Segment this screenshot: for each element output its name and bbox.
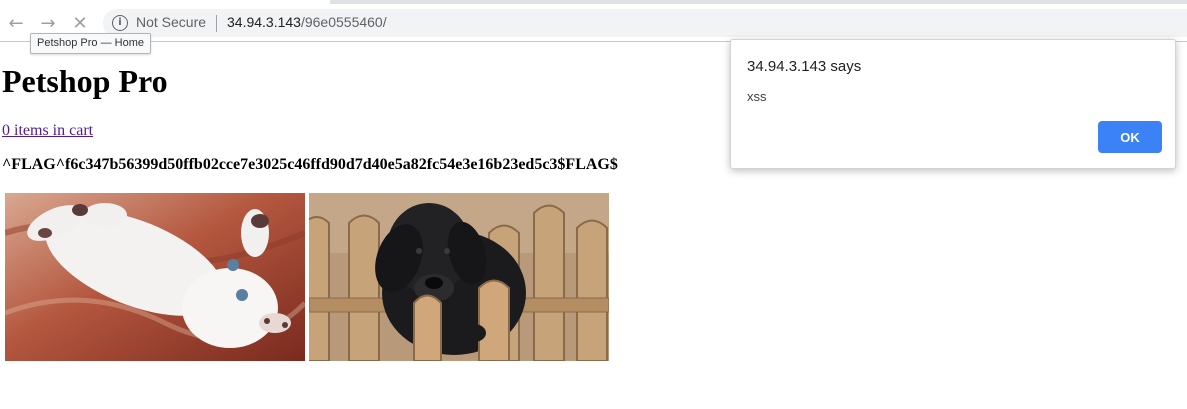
flag-text: ^FLAG^f6c347b56399d50ffb02cce7e3025c46ff… <box>2 156 618 173</box>
address-bar[interactable]: i Not Secure 34.94.3.143/96e0555460/ <box>103 9 1187 37</box>
security-label[interactable]: Not Secure <box>136 14 206 30</box>
alert-dialog: 34.94.3.143 says xss OK <box>730 39 1176 169</box>
dialog-message: xss <box>747 89 767 104</box>
url-host: 34.94.3.143 <box>227 14 301 30</box>
page-title: Petshop Pro <box>2 63 168 99</box>
dialog-title: 34.94.3.143 says <box>747 58 862 75</box>
url-path: /96e0555460/ <box>300 14 387 30</box>
info-icon[interactable]: i <box>112 15 128 31</box>
ok-button[interactable]: OK <box>1098 121 1162 153</box>
puppy-image <box>309 193 609 361</box>
kitten-image <box>5 193 305 361</box>
back-arrow-icon[interactable]: ← <box>3 10 29 36</box>
browser-toolbar: ← → ✕ i Not Secure 34.94.3.143/96e055546… <box>0 4 1187 42</box>
tab-tooltip: Petshop Pro — Home <box>30 33 151 54</box>
url-divider <box>216 15 217 32</box>
url-text[interactable]: 34.94.3.143/96e0555460/ <box>227 14 387 30</box>
cart-link[interactable]: 0 items in cart <box>2 121 93 141</box>
